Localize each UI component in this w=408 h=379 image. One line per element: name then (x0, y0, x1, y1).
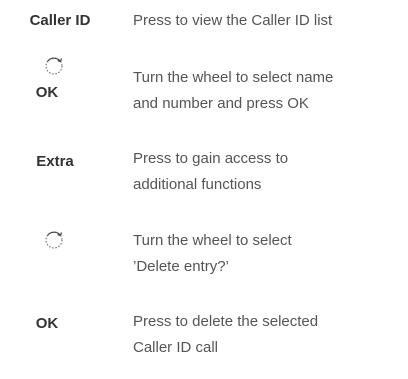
step-4-description: Turn the wheel to select ’Delete entry?’ (133, 228, 403, 280)
step-3-description: Press to gain access to additional funct… (133, 146, 403, 198)
ok-key-label: OK (35, 84, 59, 101)
step-3-line-2: additional functions (133, 176, 262, 193)
step-2-description: Turn the wheel to select name and number… (133, 65, 403, 117)
step-5-line-1: Press to delete the selected (133, 313, 319, 330)
step-5-line-2: Caller ID call (133, 339, 219, 356)
step-2-line-1: Turn the wheel to select name (133, 69, 334, 86)
step-3-line-1: Press to gain access to (133, 150, 289, 167)
step-4-line-2: ’Delete entry?’ (133, 258, 229, 275)
ok-key-label: OK (35, 315, 59, 332)
step-5-description: Press to delete the selected Caller ID c… (133, 309, 403, 361)
step-4-line-1: Turn the wheel to select (133, 232, 292, 249)
step-1-description: Press to view the Caller ID list (133, 8, 403, 34)
wheel-icon (0, 229, 114, 256)
extra-key-label: Extra (36, 153, 74, 170)
caller-id-key-label: Caller ID (29, 12, 91, 29)
step-1-line-1: Press to view the Caller ID list (133, 12, 333, 29)
wheel-icon (0, 55, 114, 82)
step-2-line-2: and number and press OK (133, 95, 309, 112)
